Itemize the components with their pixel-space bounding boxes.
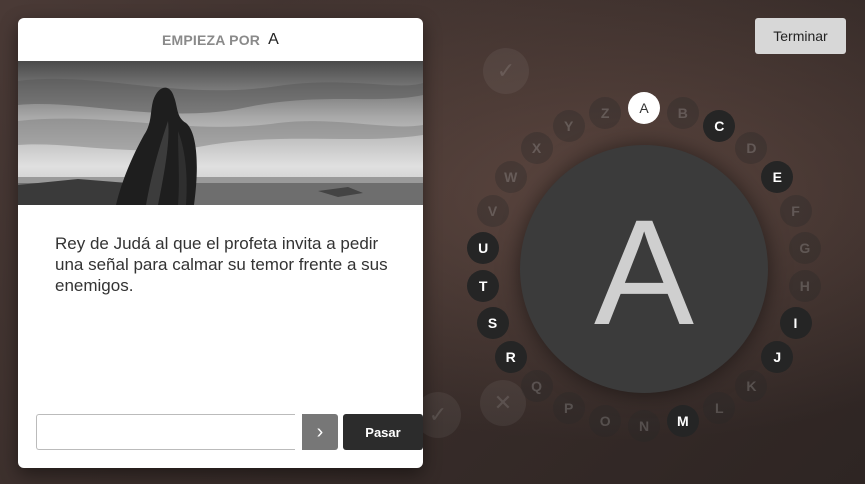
wheel-letter-u: U <box>467 231 500 264</box>
wheel-letter-b: B <box>666 96 699 129</box>
answer-row: › Pasar <box>36 414 423 450</box>
answer-input[interactable] <box>36 414 295 450</box>
wheel-letter-e: E <box>761 160 794 193</box>
card-header: EMPIEZA POR A <box>18 18 423 61</box>
wheel-letter-i: I <box>779 307 812 340</box>
starts-with-label: EMPIEZA POR <box>161 31 261 48</box>
wheel-letter-h: H <box>788 270 821 303</box>
wheel-letter-w: W <box>494 160 527 193</box>
wheel-letter-n: N <box>628 410 660 442</box>
clue-photo <box>18 61 423 205</box>
wheel-letter-q: Q <box>520 370 553 402</box>
wheel-letter-v: V <box>476 194 509 227</box>
statue-photo <box>18 61 423 205</box>
wheel-letter-x: X <box>520 132 553 164</box>
wheel-letter-g: G <box>788 231 821 264</box>
wheel-letter-l: L <box>703 391 736 424</box>
skip-button[interactable]: Pasar <box>343 414 423 450</box>
current-letter: A <box>593 188 695 356</box>
check-icon: ✓ <box>483 48 529 94</box>
submit-answer-button[interactable]: › <box>302 414 338 450</box>
wheel-letter-r: R <box>494 341 527 374</box>
chevron-right-icon: › <box>316 420 324 443</box>
wheel-letter-p: P <box>552 391 585 424</box>
wheel-letter-z: Z <box>589 96 622 129</box>
current-letter-display: A <box>520 145 768 393</box>
starts-with-letter: A <box>268 30 279 48</box>
wheel-letter-a: A <box>628 92 660 124</box>
wheel-letter-m: M <box>666 405 699 438</box>
question-text: Rey de Judá al que el profeta invita a p… <box>55 234 388 295</box>
cross-icon: ✕ <box>480 380 526 426</box>
wheel-letter-y: Y <box>552 110 585 143</box>
wheel-letter-s: S <box>476 307 509 340</box>
question-card: EMPIEZA POR A Rey de Judá al que el prof… <box>18 18 423 468</box>
wheel-letter-f: F <box>779 194 812 227</box>
finish-button[interactable]: Terminar <box>755 18 846 54</box>
